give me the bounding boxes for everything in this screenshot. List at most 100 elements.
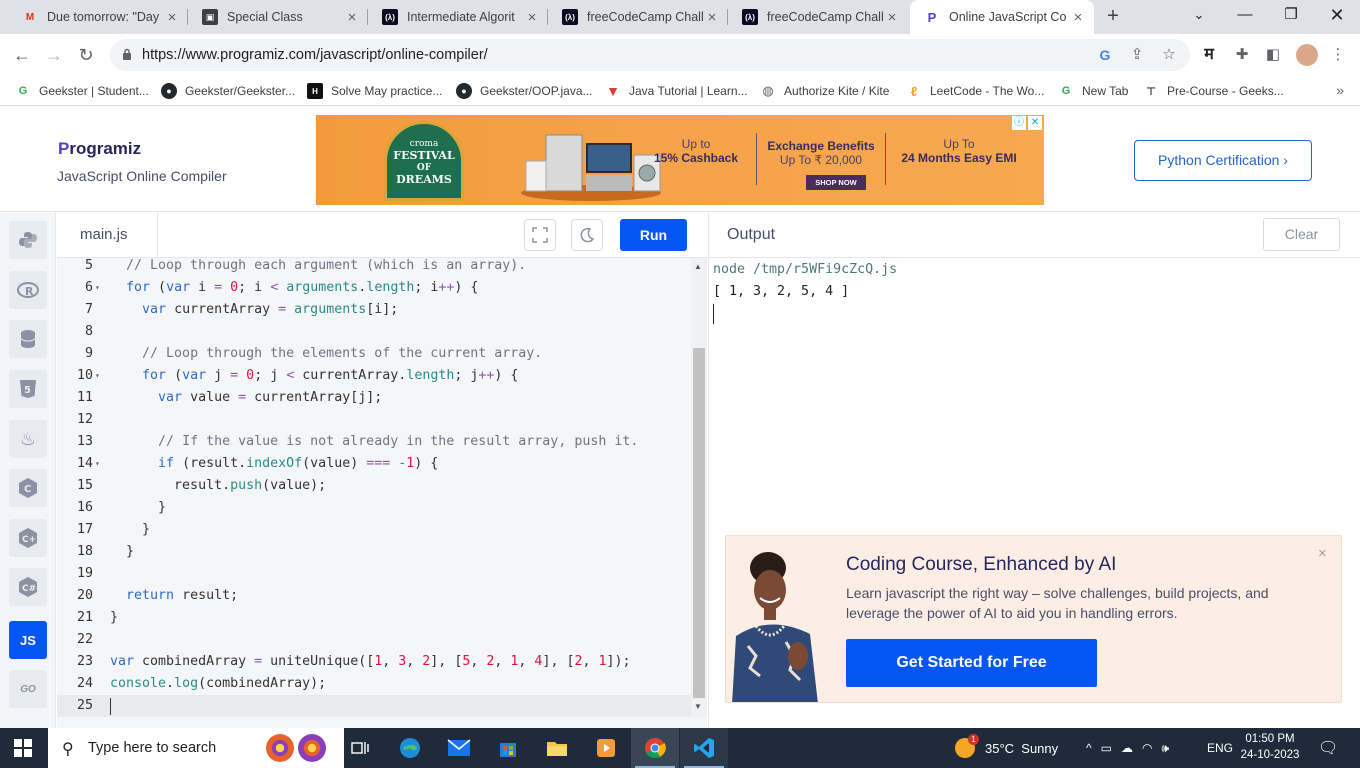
code-editor[interactable]: 5 // Loop through each argument (which i… [57, 258, 707, 728]
run-button[interactable]: Run [620, 219, 687, 251]
cpp-icon[interactable]: C+ [9, 519, 47, 557]
menu-icon[interactable]: ⋮ [1329, 46, 1347, 64]
wifi-icon[interactable]: ◠ [1142, 741, 1152, 755]
address-bar[interactable]: https://www.programiz.com/javascript/onl… [110, 39, 1190, 71]
bookmark-item[interactable]: ● Geekster/Geekster... [161, 82, 295, 100]
close-tab-icon[interactable]: × [164, 9, 180, 26]
go-icon[interactable]: GO [9, 670, 47, 708]
code-line[interactable]: 12 [57, 409, 691, 431]
code-line[interactable]: 20 return result; [57, 585, 691, 607]
file-explorer-icon[interactable] [533, 728, 581, 768]
browser-tab-active[interactable]: P Online JavaScript Co × [910, 0, 1094, 34]
code-line[interactable]: 19 [57, 563, 691, 585]
html-icon[interactable]: 5 [9, 370, 47, 408]
bookmark-item[interactable]: G Geekster | Student... [15, 82, 149, 100]
bookmark-item[interactable]: G New Tab [1058, 82, 1129, 100]
store-icon[interactable] [484, 728, 532, 768]
close-tab-icon[interactable]: × [1070, 9, 1086, 26]
close-tab-icon[interactable]: × [704, 9, 720, 26]
windows-start-icon[interactable] [14, 739, 32, 757]
bookmarks-overflow-icon[interactable]: » [1336, 82, 1344, 98]
java-icon[interactable]: ♨ [9, 420, 47, 458]
share-icon[interactable]: ⇪ [1129, 47, 1145, 63]
js-icon[interactable]: JS [9, 621, 47, 659]
code-line[interactable]: 13 // If the value is not already in the… [57, 431, 691, 453]
fullscreen-icon[interactable] [524, 219, 556, 251]
reload-icon[interactable]: ↻ [74, 43, 98, 67]
browser-tab[interactable]: (λ) freeCodeCamp Challe × [728, 0, 908, 34]
browser-tab[interactable]: (λ) freeCodeCamp Challe × [548, 0, 728, 34]
c-icon[interactable]: C [9, 469, 47, 507]
notifications-icon[interactable]: 🗨 [1318, 728, 1338, 768]
code-line[interactable]: 22 [57, 629, 691, 651]
code-line[interactable]: 25 [57, 695, 691, 717]
mail-icon[interactable] [435, 728, 483, 768]
close-window-icon[interactable]: ✕ [1314, 0, 1360, 34]
chrome-icon[interactable] [631, 728, 679, 768]
code-line[interactable]: 6 ▾ for (var i = 0; i < arguments.length;… [57, 277, 691, 299]
python-icon[interactable] [9, 221, 47, 259]
scroll-down-icon[interactable]: ▼ [694, 702, 702, 711]
chevron-up-icon[interactable]: ^ [1086, 741, 1092, 755]
browser-tab[interactable]: M Due tomorrow: "Day × [8, 0, 188, 34]
extensions-icon[interactable]: ✚ [1233, 46, 1251, 64]
fold-arrow-icon[interactable]: ▾ [95, 453, 103, 475]
minimize-icon[interactable]: — [1222, 0, 1268, 34]
close-tab-icon[interactable]: × [884, 9, 900, 26]
code-line[interactable]: 8 [57, 321, 691, 343]
battery-icon[interactable]: ▭ [1101, 741, 1112, 755]
adchoices-icon[interactable]: ⓘ [1012, 116, 1026, 130]
new-tab-button[interactable]: + [1101, 5, 1125, 29]
task-view-icon[interactable] [336, 728, 384, 768]
browser-tab[interactable]: (λ) Intermediate Algorit × [368, 0, 548, 34]
code-line[interactable]: 11 var value = currentArray[j]; [57, 387, 691, 409]
back-icon[interactable]: ← [10, 43, 34, 67]
taskbar-search-box[interactable]: ⚲ Type here to search [48, 728, 344, 768]
volume-icon[interactable]: 🕪 [1161, 741, 1169, 756]
code-line[interactable]: 24 console.log(combinedArray); [57, 673, 691, 695]
onedrive-icon[interactable]: ☁ [1121, 741, 1133, 755]
media-player-icon[interactable] [582, 728, 630, 768]
google-icon[interactable]: G [1097, 47, 1113, 63]
code-line[interactable]: 18 } [57, 541, 691, 563]
avatar[interactable] [1296, 44, 1318, 66]
clear-button[interactable]: Clear [1263, 218, 1340, 251]
code-line[interactable]: 10 ▾ for (var j = 0; j < currentArray.len… [57, 365, 691, 387]
csharp-icon[interactable]: C# [9, 568, 47, 606]
programiz-logo[interactable]: Programiz [58, 139, 141, 159]
close-promo-icon[interactable]: × [1318, 545, 1327, 562]
code-line[interactable]: 17 } [57, 519, 691, 541]
scroll-up-icon[interactable]: ▲ [694, 262, 702, 271]
bookmark-item[interactable]: ⊤ Pre-Course - Geeks... [1143, 82, 1284, 100]
side-panel-icon[interactable]: ◧ [1264, 46, 1282, 64]
bookmark-item[interactable]: ● Geekster/OOP.java... [456, 82, 593, 100]
bookmark-item[interactable]: H Solve May practice... [307, 82, 442, 100]
profile-letter-icon[interactable]: म [1200, 46, 1218, 64]
editor-scrollbar-thumb[interactable] [693, 348, 705, 698]
code-line[interactable]: 23 var combinedArray = uniteUnique([1, 3,… [57, 651, 691, 673]
close-ad-icon[interactable]: ✕ [1028, 116, 1042, 130]
edge-icon[interactable] [386, 728, 434, 768]
code-line[interactable]: 5 // Loop through each argument (which i… [57, 255, 691, 277]
code-line[interactable]: 14 ▾ if (result.indexOf(value) === -1) { [57, 453, 691, 475]
close-tab-icon[interactable]: × [344, 9, 360, 26]
shop-now-button[interactable]: SHOP NOW [806, 175, 866, 190]
code-line[interactable]: 21} [57, 607, 691, 629]
fold-arrow-icon[interactable]: ▾ [95, 365, 103, 387]
advertisement-banner[interactable]: croma FESTIVAL OF DREAMS Up to 15% Cashba… [316, 115, 1044, 205]
bookmark-item[interactable]: ◍ Authorize Kite / Kite [760, 82, 889, 100]
vscode-icon[interactable] [680, 728, 728, 768]
sql-icon[interactable] [9, 320, 47, 358]
clock[interactable]: 01:50 PM 24-10-2023 [1238, 731, 1302, 763]
fold-arrow-icon[interactable]: ▾ [95, 277, 103, 299]
file-tab-main-js[interactable]: main.js [57, 213, 158, 258]
restore-icon[interactable]: ❐ [1268, 0, 1314, 34]
get-started-button[interactable]: Get Started for Free [846, 639, 1097, 687]
code-line[interactable]: 16 } [57, 497, 691, 519]
weather-widget[interactable]: 1 35°C Sunny [955, 728, 1058, 768]
code-line[interactable]: 15 result.push(value); [57, 475, 691, 497]
input-language[interactable]: ENG [1207, 728, 1233, 768]
code-line[interactable]: 7 var currentArray = arguments[i]; [57, 299, 691, 321]
dark-mode-icon[interactable] [571, 219, 603, 251]
python-certification-button[interactable]: Python Certification › [1134, 140, 1312, 181]
